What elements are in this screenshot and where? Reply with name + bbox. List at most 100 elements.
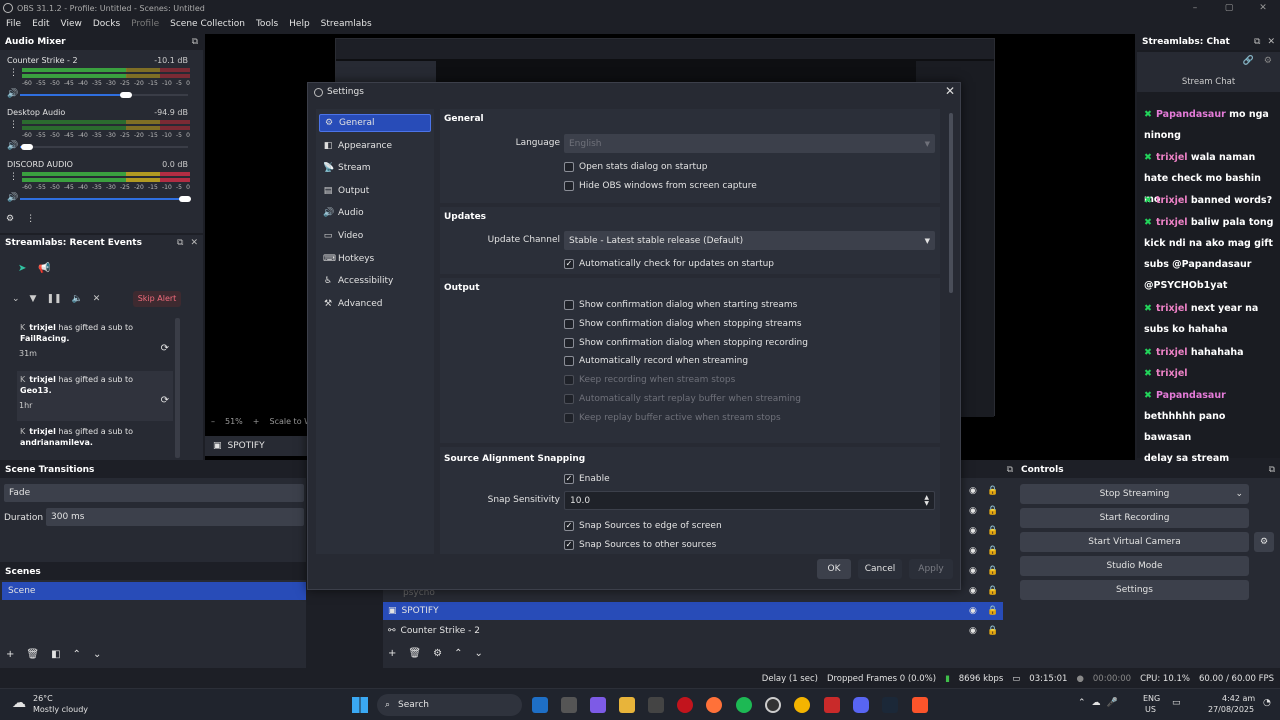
nav-item-hotkeys[interactable]: ⌨ Hotkeys xyxy=(319,250,431,268)
snap-enable-checkbox[interactable]: ✓ Enable xyxy=(564,474,610,484)
menu-tools[interactable]: Tools xyxy=(256,19,278,29)
chevron-down-icon[interactable]: ⌄ xyxy=(12,294,20,304)
menu-docks[interactable]: Docks xyxy=(93,19,120,29)
channel-menu-icon[interactable]: ⋮ xyxy=(9,120,18,130)
lock-icon[interactable]: 🔒 xyxy=(987,626,998,636)
visibility-icon[interactable]: ◉ xyxy=(969,626,977,636)
nav-item-appearance[interactable]: ◧ Appearance xyxy=(319,137,431,155)
lock-icon[interactable]: 🔒 xyxy=(987,546,998,556)
channel-menu-icon[interactable]: ⋮ xyxy=(9,68,18,78)
discord-icon[interactable] xyxy=(853,697,869,713)
hide-obs-checkbox[interactable]: Hide OBS windows from screen capture xyxy=(564,181,757,191)
nav-item-output[interactable]: ▤ Output xyxy=(319,182,431,200)
paper-plane-icon[interactable]: ➤ xyxy=(18,263,26,274)
menu-file[interactable]: File xyxy=(6,19,21,29)
remove-source-icon[interactable]: 🗑 xyxy=(408,648,421,659)
maximize-icon[interactable]: ▢ xyxy=(1212,0,1246,16)
nav-item-stream[interactable]: 📡 Stream xyxy=(319,159,431,177)
visibility-icon[interactable]: ◉ xyxy=(969,566,977,576)
spinner-icon[interactable]: ▲ ▼ xyxy=(924,494,929,507)
undock-icon[interactable]: ⧉ xyxy=(177,238,183,248)
close-window-icon[interactable]: ✕ xyxy=(1246,0,1280,16)
megaphone-icon[interactable]: 📢 xyxy=(38,263,50,274)
language-select[interactable]: English ▼ xyxy=(564,134,935,153)
speaker-icon[interactable]: 🔊 xyxy=(7,193,18,203)
lock-icon[interactable]: 🔒 xyxy=(987,606,998,616)
source-properties-icon[interactable]: ⚙ xyxy=(433,648,442,659)
start-virtual-camera-button[interactable]: Start Virtual Camera xyxy=(1020,532,1249,552)
update-channel-select[interactable]: Stable - Latest stable release (Default)… xyxy=(564,231,935,250)
visibility-icon[interactable]: ◉ xyxy=(969,546,977,556)
chevron-down-icon[interactable]: ⌄ xyxy=(1235,484,1243,504)
apply-button[interactable]: Apply xyxy=(909,559,953,579)
minimize-icon[interactable]: – xyxy=(1178,0,1212,16)
visibility-icon[interactable]: ◉ xyxy=(969,486,977,496)
menu-help[interactable]: Help xyxy=(289,19,310,29)
start-recording-button[interactable]: Start Recording xyxy=(1020,508,1249,528)
steam-icon[interactable] xyxy=(882,697,898,713)
undock-icon[interactable]: ⧉ xyxy=(1007,465,1013,475)
volume-slider[interactable] xyxy=(20,144,188,150)
nav-item-video[interactable]: ▭ Video xyxy=(319,227,431,245)
lock-icon[interactable]: 🔒 xyxy=(987,486,998,496)
vscode-icon[interactable] xyxy=(532,697,548,713)
weather-icon[interactable]: ☁ xyxy=(12,695,26,711)
zoom-in-icon[interactable]: + xyxy=(253,417,260,426)
volume-slider[interactable] xyxy=(20,92,188,98)
content-scrollbar[interactable] xyxy=(949,113,953,293)
close-dock-icon[interactable]: ✕ xyxy=(190,238,198,248)
nav-item-advanced[interactable]: ⚒ Advanced xyxy=(319,295,431,313)
scene-filters-icon[interactable]: ◧ xyxy=(51,649,60,660)
tray-icons[interactable]: ⌃☁🎤 xyxy=(1078,698,1124,708)
windows-start-icon[interactable] xyxy=(352,697,368,713)
close-dock-icon[interactable]: ✕ xyxy=(1267,37,1275,47)
volume-slider-knob[interactable] xyxy=(20,144,33,150)
lock-icon[interactable]: 🔒 xyxy=(987,586,998,596)
network-icon[interactable]: ▭ xyxy=(1172,698,1181,708)
pause-icon[interactable]: ❚❚ xyxy=(46,294,61,304)
move-down-icon[interactable]: ⌄ xyxy=(93,649,101,660)
zoom-out-icon[interactable]: – xyxy=(211,417,215,426)
gear-icon[interactable]: ⚙ xyxy=(1264,56,1272,66)
speaker-icon[interactable]: 🔊 xyxy=(7,89,18,99)
move-up-icon[interactable]: ⌃ xyxy=(73,649,81,660)
output-option-checkbox[interactable]: Show confirmation dialog when starting s… xyxy=(564,300,797,310)
mixer-menu-icon[interactable]: ⋮ xyxy=(26,214,35,224)
output-option-checkbox[interactable]: Show confirmation dialog when stopping s… xyxy=(564,318,802,329)
channel-menu-icon[interactable]: ⋮ xyxy=(9,172,18,182)
mute-icon[interactable]: ✕ xyxy=(93,294,101,304)
link-icon[interactable]: 🔗 xyxy=(1243,56,1254,66)
visibility-icon[interactable]: ◉ xyxy=(969,526,977,536)
snap-sensitivity-field[interactable]: 10.0 ▲ ▼ xyxy=(564,491,935,510)
menu-streamlabs[interactable]: Streamlabs xyxy=(321,19,372,29)
brave-icon[interactable] xyxy=(912,697,928,713)
duration-field[interactable]: 300 ms xyxy=(46,508,304,526)
open-stats-checkbox[interactable]: Open stats dialog on startup xyxy=(564,162,707,172)
file-explorer-icon[interactable] xyxy=(619,697,635,713)
auto-update-checkbox[interactable]: ✓ Automatically check for updates on star… xyxy=(564,259,774,269)
speaker-icon[interactable]: 🔊 xyxy=(7,141,18,151)
ok-button[interactable]: OK xyxy=(817,559,851,579)
source-row[interactable]: ⚯ Counter Strike - 2 xyxy=(383,622,1003,640)
nav-item-general[interactable]: ⚙ General xyxy=(319,114,431,132)
snap-edge-checkbox[interactable]: ✓ Snap Sources to edge of screen xyxy=(564,521,722,531)
app-icon[interactable] xyxy=(561,697,577,713)
notification-icon[interactable]: ◔ xyxy=(1263,698,1271,708)
undock-icon[interactable]: ⧉ xyxy=(1254,37,1260,47)
remove-scene-icon[interactable]: 🗑 xyxy=(26,649,39,660)
volume-slider[interactable] xyxy=(20,196,191,202)
taskbar-search[interactable]: ⌕ Search xyxy=(377,694,522,716)
move-up-icon[interactable]: ⌃ xyxy=(454,648,462,659)
volume-slider-knob[interactable] xyxy=(119,92,132,98)
menu-edit[interactable]: Edit xyxy=(32,19,49,29)
add-scene-icon[interactable]: + xyxy=(6,649,14,660)
visibility-icon[interactable]: ◉ xyxy=(969,506,977,516)
undock-icon[interactable]: ⧉ xyxy=(192,37,198,47)
menu-scene-collection[interactable]: Scene Collection xyxy=(170,19,245,29)
lock-icon[interactable]: 🔒 xyxy=(987,526,998,536)
app-icon[interactable] xyxy=(648,697,664,713)
replay-icon[interactable]: ⟳ xyxy=(161,343,169,354)
transition-select[interactable]: Fade xyxy=(4,484,304,502)
volume-slider-knob[interactable] xyxy=(178,196,191,202)
scene-item[interactable]: Scene xyxy=(2,582,306,600)
